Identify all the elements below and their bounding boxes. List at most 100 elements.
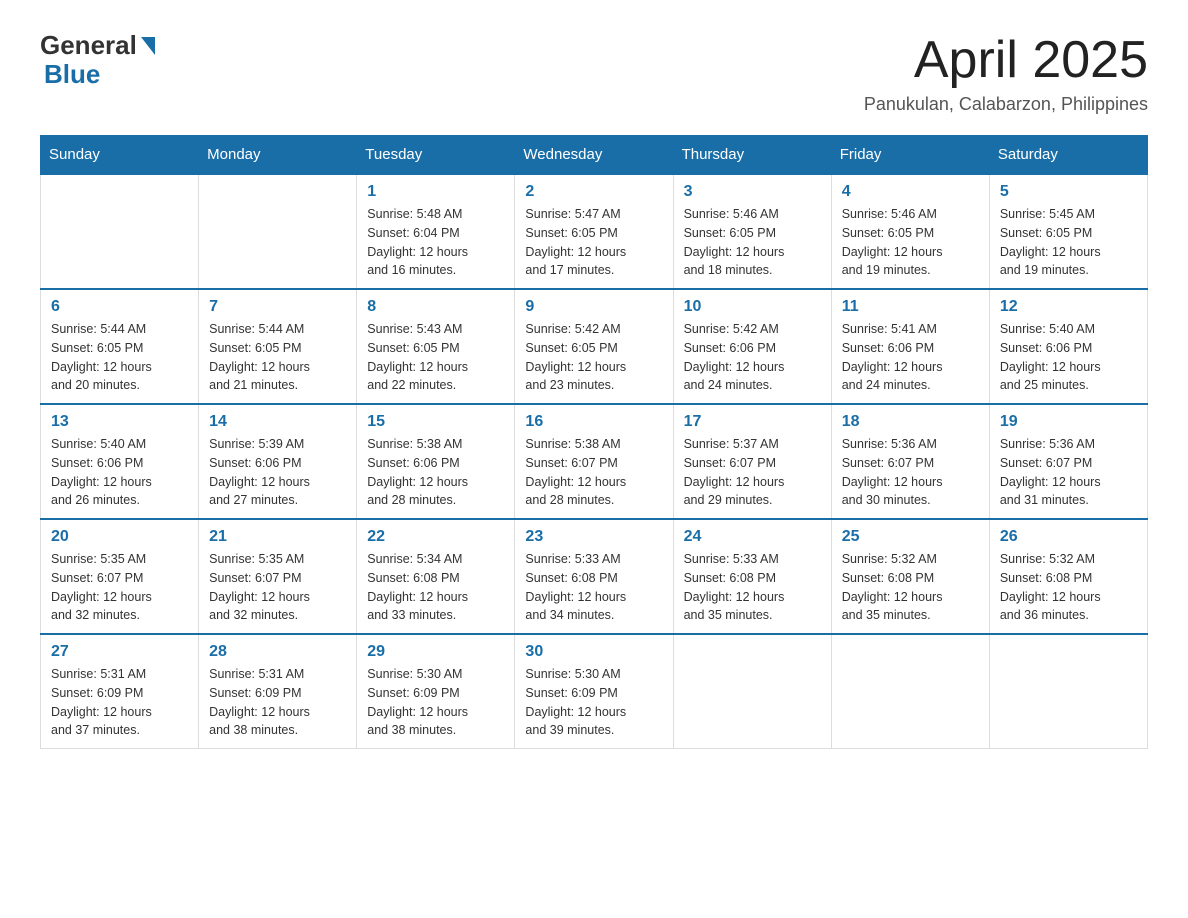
day-info: Sunrise: 5:42 AM Sunset: 6:05 PM Dayligh… bbox=[525, 320, 662, 395]
day-number: 8 bbox=[367, 298, 504, 316]
column-header-tuesday: Tuesday bbox=[357, 136, 515, 175]
day-info: Sunrise: 5:45 AM Sunset: 6:05 PM Dayligh… bbox=[1000, 205, 1137, 280]
day-number: 17 bbox=[684, 413, 821, 431]
day-info: Sunrise: 5:31 AM Sunset: 6:09 PM Dayligh… bbox=[51, 665, 188, 740]
calendar-cell: 25 Sunrise: 5:32 AM Sunset: 6:08 PM Dayli… bbox=[831, 519, 989, 634]
column-header-monday: Monday bbox=[199, 136, 357, 175]
day-number: 3 bbox=[684, 183, 821, 201]
day-number: 19 bbox=[1000, 413, 1137, 431]
week-row-3: 13 Sunrise: 5:40 AM Sunset: 6:06 PM Dayli… bbox=[41, 404, 1148, 519]
day-info: Sunrise: 5:31 AM Sunset: 6:09 PM Dayligh… bbox=[209, 665, 346, 740]
day-number: 12 bbox=[1000, 298, 1137, 316]
calendar-cell: 6 Sunrise: 5:44 AM Sunset: 6:05 PM Daylig… bbox=[41, 289, 199, 404]
day-number: 30 bbox=[525, 643, 662, 661]
day-number: 26 bbox=[1000, 528, 1137, 546]
page-header: General Blue April 2025 Panukulan, Calab… bbox=[40, 30, 1148, 115]
calendar-cell bbox=[831, 634, 989, 749]
calendar-cell bbox=[673, 634, 831, 749]
calendar-cell bbox=[41, 174, 199, 289]
week-row-5: 27 Sunrise: 5:31 AM Sunset: 6:09 PM Dayli… bbox=[41, 634, 1148, 749]
day-number: 6 bbox=[51, 298, 188, 316]
day-number: 22 bbox=[367, 528, 504, 546]
calendar-cell: 5 Sunrise: 5:45 AM Sunset: 6:05 PM Daylig… bbox=[989, 174, 1147, 289]
column-header-saturday: Saturday bbox=[989, 136, 1147, 175]
logo-text-general: General bbox=[40, 30, 137, 61]
day-info: Sunrise: 5:44 AM Sunset: 6:05 PM Dayligh… bbox=[51, 320, 188, 395]
calendar-cell: 23Sunrise: 5:33 AM Sunset: 6:08 PM Dayli… bbox=[515, 519, 673, 634]
calendar-cell: 22 Sunrise: 5:34 AM Sunset: 6:08 PM Dayli… bbox=[357, 519, 515, 634]
day-info: Sunrise: 5:40 AM Sunset: 6:06 PM Dayligh… bbox=[51, 435, 188, 510]
day-info: Sunrise: 5:44 AM Sunset: 6:05 PM Dayligh… bbox=[209, 320, 346, 395]
week-row-2: 6 Sunrise: 5:44 AM Sunset: 6:05 PM Daylig… bbox=[41, 289, 1148, 404]
day-info: Sunrise: 5:36 AM Sunset: 6:07 PM Dayligh… bbox=[1000, 435, 1137, 510]
calendar-cell bbox=[989, 634, 1147, 749]
calendar-cell: 4 Sunrise: 5:46 AM Sunset: 6:05 PM Daylig… bbox=[831, 174, 989, 289]
day-info: Sunrise: 5:43 AM Sunset: 6:05 PM Dayligh… bbox=[367, 320, 504, 395]
column-header-sunday: Sunday bbox=[41, 136, 199, 175]
day-number: 23 bbox=[525, 528, 662, 546]
calendar-cell: 30 Sunrise: 5:30 AM Sunset: 6:09 PM Dayli… bbox=[515, 634, 673, 749]
week-row-4: 20 Sunrise: 5:35 AM Sunset: 6:07 PM Dayli… bbox=[41, 519, 1148, 634]
day-info: Sunrise: 5:41 AM Sunset: 6:06 PM Dayligh… bbox=[842, 320, 979, 395]
day-info: Sunrise: 5:46 AM Sunset: 6:05 PM Dayligh… bbox=[842, 205, 979, 280]
day-number: 20 bbox=[51, 528, 188, 546]
day-info: Sunrise: 5:48 AM Sunset: 6:04 PM Dayligh… bbox=[367, 205, 504, 280]
calendar-cell: 21 Sunrise: 5:35 AM Sunset: 6:07 PM Dayli… bbox=[199, 519, 357, 634]
day-info: Sunrise: 5:37 AM Sunset: 6:07 PM Dayligh… bbox=[684, 435, 821, 510]
day-number: 9 bbox=[525, 298, 662, 316]
day-number: 28 bbox=[209, 643, 346, 661]
day-number: 16 bbox=[525, 413, 662, 431]
calendar-cell: 27 Sunrise: 5:31 AM Sunset: 6:09 PM Dayli… bbox=[41, 634, 199, 749]
day-number: 18 bbox=[842, 413, 979, 431]
day-number: 11 bbox=[842, 298, 979, 316]
calendar-table: SundayMondayTuesdayWednesdayThursdayFrid… bbox=[40, 135, 1148, 749]
day-info: Sunrise: 5:32 AM Sunset: 6:08 PM Dayligh… bbox=[842, 550, 979, 625]
day-info: Sunrise: 5:35 AM Sunset: 6:07 PM Dayligh… bbox=[209, 550, 346, 625]
logo-arrow-icon bbox=[141, 37, 155, 55]
day-number: 13 bbox=[51, 413, 188, 431]
day-number: 7 bbox=[209, 298, 346, 316]
day-info: Sunrise: 5:32 AM Sunset: 6:08 PM Dayligh… bbox=[1000, 550, 1137, 625]
day-number: 10 bbox=[684, 298, 821, 316]
day-info: Sunrise: 5:36 AM Sunset: 6:07 PM Dayligh… bbox=[842, 435, 979, 510]
calendar-cell: 24Sunrise: 5:33 AM Sunset: 6:08 PM Dayli… bbox=[673, 519, 831, 634]
day-info: Sunrise: 5:30 AM Sunset: 6:09 PM Dayligh… bbox=[525, 665, 662, 740]
calendar-cell: 3Sunrise: 5:46 AM Sunset: 6:05 PM Daylig… bbox=[673, 174, 831, 289]
day-number: 21 bbox=[209, 528, 346, 546]
day-info: Sunrise: 5:33 AM Sunset: 6:08 PM Dayligh… bbox=[684, 550, 821, 625]
calendar-cell: 1Sunrise: 5:48 AM Sunset: 6:04 PM Daylig… bbox=[357, 174, 515, 289]
day-info: Sunrise: 5:47 AM Sunset: 6:05 PM Dayligh… bbox=[525, 205, 662, 280]
calendar-cell: 19 Sunrise: 5:36 AM Sunset: 6:07 PM Dayli… bbox=[989, 404, 1147, 519]
calendar-cell: 28 Sunrise: 5:31 AM Sunset: 6:09 PM Dayli… bbox=[199, 634, 357, 749]
calendar-cell: 13 Sunrise: 5:40 AM Sunset: 6:06 PM Dayli… bbox=[41, 404, 199, 519]
day-number: 27 bbox=[51, 643, 188, 661]
week-row-1: 1Sunrise: 5:48 AM Sunset: 6:04 PM Daylig… bbox=[41, 174, 1148, 289]
month-title: April 2025 bbox=[864, 30, 1148, 90]
day-info: Sunrise: 5:40 AM Sunset: 6:06 PM Dayligh… bbox=[1000, 320, 1137, 395]
day-number: 2 bbox=[525, 183, 662, 201]
calendar-header-row: SundayMondayTuesdayWednesdayThursdayFrid… bbox=[41, 136, 1148, 175]
calendar-cell: 11 Sunrise: 5:41 AM Sunset: 6:06 PM Dayli… bbox=[831, 289, 989, 404]
day-number: 25 bbox=[842, 528, 979, 546]
day-number: 4 bbox=[842, 183, 979, 201]
day-info: Sunrise: 5:35 AM Sunset: 6:07 PM Dayligh… bbox=[51, 550, 188, 625]
calendar-cell: 29Sunrise: 5:30 AM Sunset: 6:09 PM Dayli… bbox=[357, 634, 515, 749]
day-number: 29 bbox=[367, 643, 504, 661]
calendar-cell: 17 Sunrise: 5:37 AM Sunset: 6:07 PM Dayli… bbox=[673, 404, 831, 519]
calendar-cell: 26 Sunrise: 5:32 AM Sunset: 6:08 PM Dayli… bbox=[989, 519, 1147, 634]
calendar-cell: 16 Sunrise: 5:38 AM Sunset: 6:07 PM Dayli… bbox=[515, 404, 673, 519]
day-info: Sunrise: 5:38 AM Sunset: 6:07 PM Dayligh… bbox=[525, 435, 662, 510]
day-info: Sunrise: 5:34 AM Sunset: 6:08 PM Dayligh… bbox=[367, 550, 504, 625]
calendar-cell: 7 Sunrise: 5:44 AM Sunset: 6:05 PM Daylig… bbox=[199, 289, 357, 404]
day-number: 5 bbox=[1000, 183, 1137, 201]
logo-text-blue: Blue bbox=[40, 59, 100, 90]
calendar-cell: 9 Sunrise: 5:42 AM Sunset: 6:05 PM Daylig… bbox=[515, 289, 673, 404]
calendar-cell: 2 Sunrise: 5:47 AM Sunset: 6:05 PM Daylig… bbox=[515, 174, 673, 289]
column-header-thursday: Thursday bbox=[673, 136, 831, 175]
calendar-cell: 8 Sunrise: 5:43 AM Sunset: 6:05 PM Daylig… bbox=[357, 289, 515, 404]
column-header-wednesday: Wednesday bbox=[515, 136, 673, 175]
day-info: Sunrise: 5:38 AM Sunset: 6:06 PM Dayligh… bbox=[367, 435, 504, 510]
day-number: 14 bbox=[209, 413, 346, 431]
calendar-cell: 14Sunrise: 5:39 AM Sunset: 6:06 PM Dayli… bbox=[199, 404, 357, 519]
calendar-cell: 12 Sunrise: 5:40 AM Sunset: 6:06 PM Dayli… bbox=[989, 289, 1147, 404]
